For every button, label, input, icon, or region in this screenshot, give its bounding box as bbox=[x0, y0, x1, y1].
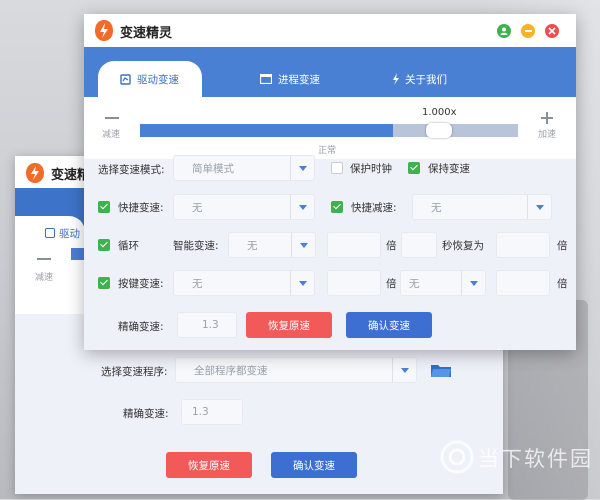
increase-speed-button[interactable]: 加速 bbox=[532, 111, 562, 145]
loop-checkbox[interactable] bbox=[98, 239, 110, 251]
close-button[interactable] bbox=[545, 24, 559, 38]
hotkey-speed-checkbox[interactable] bbox=[98, 277, 110, 289]
quick-slowdown-label: 快捷减速: bbox=[351, 202, 397, 214]
back-minus-icon bbox=[37, 258, 51, 260]
times-unit-label: 倍 bbox=[386, 240, 397, 252]
watermark-logo-icon bbox=[440, 440, 474, 474]
window-icon bbox=[260, 74, 272, 84]
tab-bar: 驱动变速 进程变速 关于我们 bbox=[84, 47, 576, 97]
back-tab-label: 驱动 bbox=[59, 227, 80, 240]
times-unit-label-4: 倍 bbox=[557, 278, 568, 290]
decrease-speed-button[interactable]: 减速 bbox=[98, 111, 128, 145]
hotkey-speed-dropdown[interactable]: 无 bbox=[173, 270, 315, 296]
tab-label: 进程变速 bbox=[278, 73, 320, 86]
back-minus-label: 减速 bbox=[35, 273, 54, 283]
hotkey-speed-value: 无 bbox=[192, 277, 203, 290]
chevron-down-icon bbox=[291, 233, 315, 257]
slider-fill bbox=[140, 124, 394, 137]
tab-label: 驱动变速 bbox=[137, 73, 179, 86]
tab-process-speed[interactable]: 进程变速 bbox=[260, 61, 350, 97]
slider-thumb[interactable] bbox=[425, 123, 452, 138]
mode-dropdown[interactable]: 简单模式 bbox=[173, 155, 315, 181]
smart-speed-multiplier-input[interactable] bbox=[327, 232, 381, 258]
chevron-down-icon bbox=[527, 195, 551, 219]
smart-speed-seconds-input[interactable] bbox=[401, 232, 437, 258]
back-program-dropdown[interactable]: 全部程序都变速 bbox=[175, 357, 417, 383]
plus-label: 加速 bbox=[538, 130, 557, 140]
chevron-down-icon bbox=[392, 358, 416, 382]
times-unit-label-2: 倍 bbox=[557, 240, 568, 252]
folder-icon[interactable] bbox=[430, 362, 452, 378]
minimize-icon bbox=[524, 30, 532, 32]
app-logo-icon bbox=[26, 163, 44, 183]
quick-speedup-value: 无 bbox=[192, 201, 203, 214]
quick-slowdown-checkbox[interactable] bbox=[331, 201, 343, 213]
smart-speed-value: 无 bbox=[247, 239, 258, 252]
minus-label: 减速 bbox=[102, 130, 121, 140]
keep-speed-label: 保持变速 bbox=[428, 163, 470, 175]
back-confirm-button[interactable]: 确认变速 bbox=[271, 452, 357, 478]
back-tab-driver: 驱动 bbox=[15, 216, 85, 250]
chevron-down-icon bbox=[290, 271, 314, 295]
quick-slowdown-value: 无 bbox=[431, 201, 442, 214]
info-icon bbox=[393, 73, 399, 85]
quick-speedup-label: 快捷变速: bbox=[118, 202, 164, 214]
mode-value: 简单模式 bbox=[192, 162, 234, 175]
restore-speed-button[interactable]: 恢复原速 bbox=[246, 312, 332, 338]
main-window: 变速精灵 驱动变速 进程变速 关于我们 减速 1.000x 正常 加速 选择变速… bbox=[84, 14, 576, 350]
app-title: 变速精灵 bbox=[120, 26, 173, 41]
plus-icon bbox=[541, 112, 553, 124]
titlebar[interactable]: 变速精灵 bbox=[84, 14, 576, 47]
back-program-value: 全部程序都变速 bbox=[194, 364, 268, 377]
user-icon[interactable] bbox=[497, 24, 511, 38]
loop-label: 循环 bbox=[118, 240, 139, 252]
chevron-down-icon bbox=[290, 195, 314, 219]
minus-icon bbox=[105, 117, 119, 119]
hotkey-multiplier-input[interactable] bbox=[327, 270, 381, 296]
smart-speed-label: 智能变速: bbox=[173, 240, 219, 252]
speed-icon bbox=[120, 73, 131, 85]
speed-slider-area: 减速 1.000x 正常 加速 bbox=[84, 97, 576, 159]
back-program-label: 选择变速程序: bbox=[101, 366, 168, 378]
confirm-speed-button[interactable]: 确认变速 bbox=[346, 312, 432, 338]
tab-driver-speed[interactable]: 驱动变速 bbox=[98, 61, 202, 97]
tab-label: 关于我们 bbox=[405, 73, 447, 86]
protect-clock-label: 保护时钟 bbox=[350, 163, 392, 175]
chevron-down-icon bbox=[461, 271, 485, 295]
speed-icon bbox=[45, 228, 55, 238]
hotkey-second-dropdown[interactable]: 无 bbox=[400, 270, 486, 296]
quick-speedup-dropdown[interactable]: 无 bbox=[173, 194, 315, 220]
speed-value-text: 1.000x bbox=[422, 107, 457, 118]
precise-speed-input[interactable]: 1.3 bbox=[177, 312, 237, 338]
protect-clock-checkbox[interactable] bbox=[331, 162, 343, 174]
hotkey-speed-label: 按键变速: bbox=[118, 278, 164, 290]
back-precise-input[interactable]: 1.3 bbox=[181, 399, 243, 425]
seconds-restore-label: 秒恢复为 bbox=[442, 240, 484, 252]
chevron-down-icon bbox=[290, 156, 314, 180]
hotkey-second-value: 无 bbox=[409, 277, 420, 290]
slider-center-label: 正常 bbox=[318, 146, 337, 156]
hotkey-second-multiplier-input[interactable] bbox=[496, 270, 550, 296]
slider-track[interactable] bbox=[140, 123, 518, 138]
mode-label: 选择变速模式: bbox=[98, 164, 165, 176]
back-restore-button[interactable]: 恢复原速 bbox=[166, 452, 252, 478]
app-logo-icon bbox=[95, 20, 113, 41]
tab-about-us[interactable]: 关于我们 bbox=[392, 61, 482, 97]
quick-slowdown-dropdown[interactable]: 无 bbox=[412, 194, 552, 220]
back-precise-label: 精确变速: bbox=[123, 408, 169, 420]
keep-speed-checkbox[interactable] bbox=[408, 162, 420, 174]
quick-speedup-checkbox[interactable] bbox=[98, 201, 110, 213]
watermark-text: 当下软件园 bbox=[478, 447, 593, 471]
close-icon bbox=[548, 27, 556, 35]
restore-multiplier-input[interactable] bbox=[496, 232, 550, 258]
precise-label: 精确变速: bbox=[118, 321, 164, 333]
smart-speed-dropdown[interactable]: 无 bbox=[228, 232, 316, 258]
minimize-button[interactable] bbox=[521, 24, 535, 38]
times-unit-label-3: 倍 bbox=[386, 278, 397, 290]
